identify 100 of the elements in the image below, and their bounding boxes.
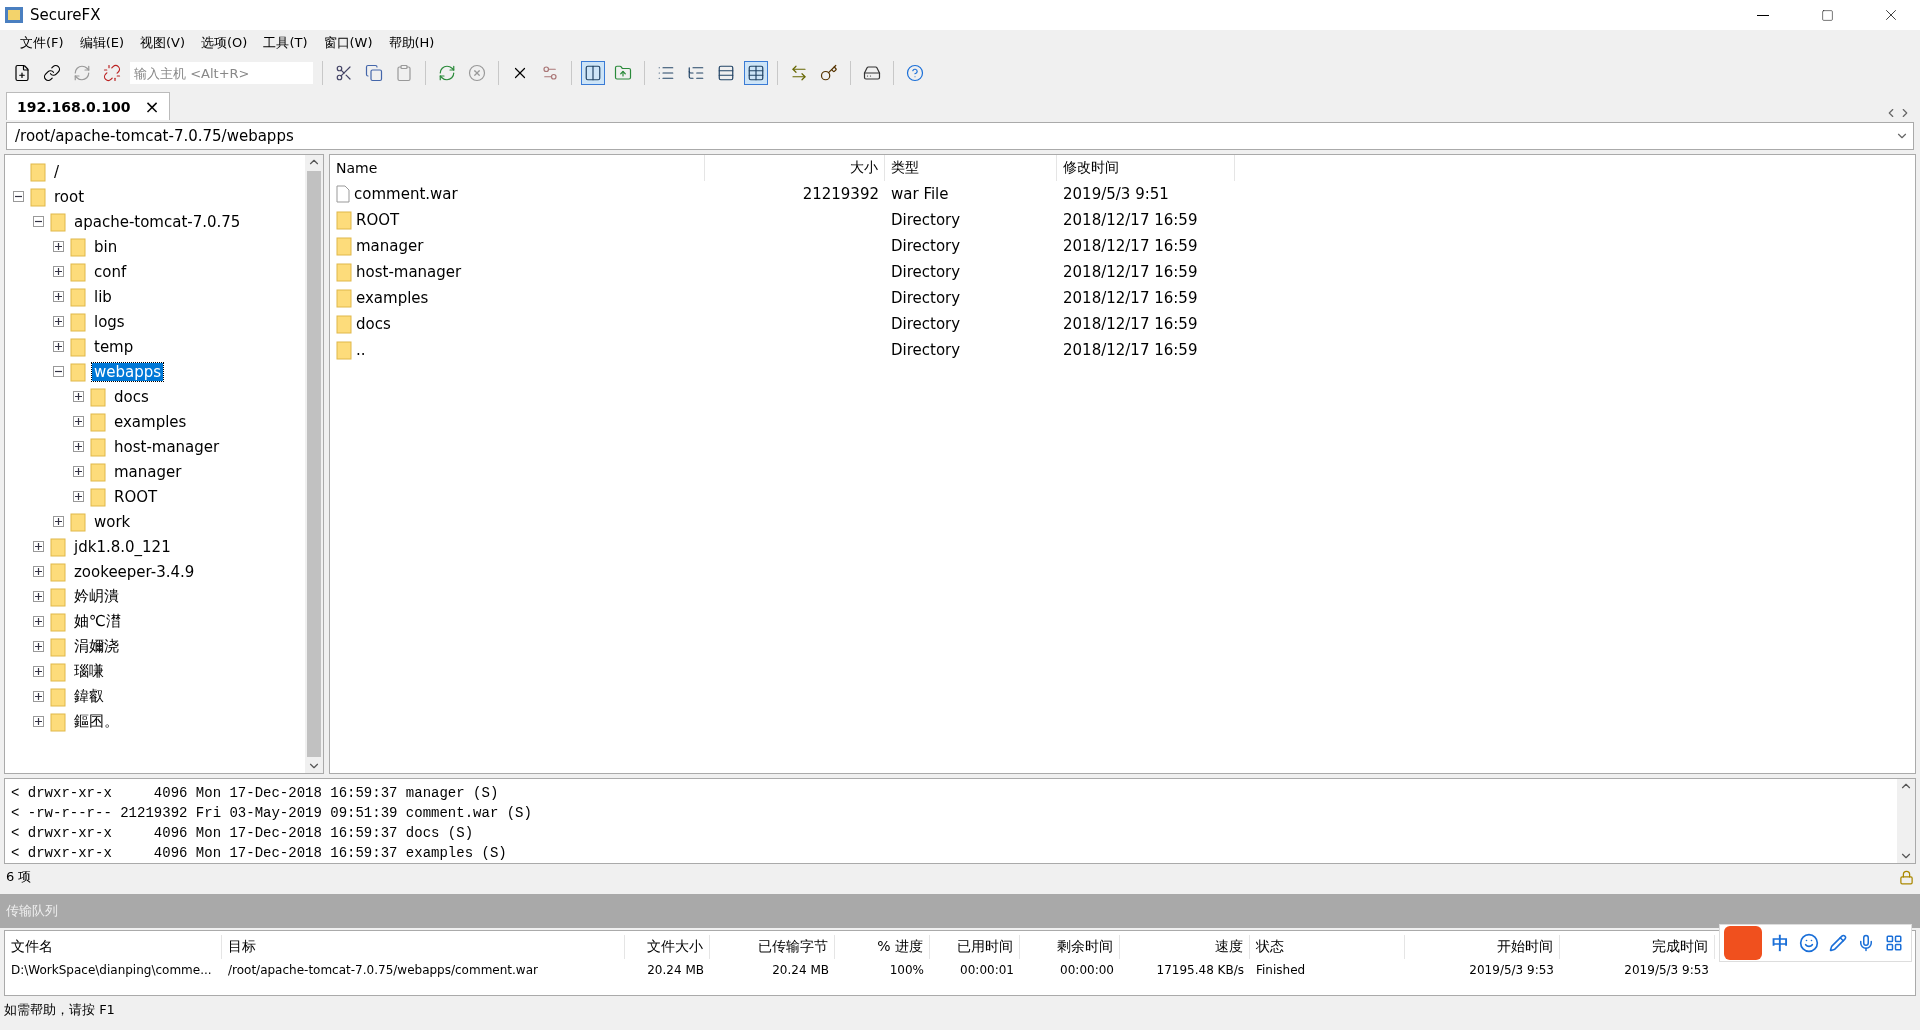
tree-item[interactable]: bin	[92, 237, 120, 256]
folder-icon	[90, 386, 106, 407]
column-header[interactable]: 剩余时间	[1020, 935, 1120, 959]
column-header[interactable]: % 进度	[835, 935, 930, 959]
expand-toggle[interactable]	[53, 291, 64, 302]
tree-item[interactable]: examples	[112, 412, 189, 431]
file-name-cell[interactable]: ..	[330, 337, 705, 363]
file-name-cell[interactable]: ROOT	[330, 207, 705, 233]
tree-pane-button[interactable]	[581, 61, 605, 85]
plus-icon	[55, 518, 62, 525]
column-header[interactable]: 大小	[705, 155, 885, 181]
tree-item[interactable]: webapps	[92, 362, 164, 381]
tree-item[interactable]: logs	[92, 312, 127, 331]
expand-toggle[interactable]	[73, 441, 84, 452]
column-header[interactable]: 类型	[885, 155, 1057, 181]
tree-item[interactable]: lib	[92, 287, 114, 306]
expand-toggle[interactable]	[33, 666, 44, 677]
tree-item[interactable]: zookeeper-3.4.9	[72, 562, 197, 581]
column-header[interactable]: 目标	[222, 935, 625, 959]
tree-item[interactable]: work	[92, 512, 133, 531]
folder-icon	[70, 236, 86, 257]
menu-item[interactable]: 文件(F)	[14, 32, 70, 54]
file-name-cell[interactable]: manager	[330, 233, 705, 259]
folder-up-icon	[614, 64, 632, 82]
expand-toggle[interactable]	[33, 691, 44, 702]
collapse-toggle[interactable]	[53, 366, 64, 377]
tree-item[interactable]: root	[52, 187, 87, 206]
tree-item[interactable]: 鍏叡	[72, 687, 106, 706]
menu-item[interactable]: 窗口(W)	[317, 32, 379, 54]
expand-toggle[interactable]	[53, 341, 64, 352]
tree-list-icon	[687, 64, 705, 82]
file-name-cell[interactable]: examples	[330, 285, 705, 311]
table-cell-text: 2019/5/3 9:53	[1468, 962, 1555, 979]
expand-toggle[interactable]	[53, 241, 64, 252]
tree-item[interactable]: jdk1.8.0_121	[72, 537, 173, 556]
grid-icon[interactable]	[1885, 934, 1903, 952]
plus-icon	[75, 393, 82, 400]
tree-item[interactable]: 妯℃澘	[72, 612, 123, 631]
tree-item[interactable]: apache-tomcat-7.0.75	[72, 212, 243, 231]
expand-toggle[interactable]	[53, 266, 64, 277]
expand-toggle[interactable]	[53, 516, 64, 527]
column-header[interactable]: Name	[330, 155, 705, 181]
column-header[interactable]: 文件名	[5, 935, 222, 959]
tree-item[interactable]: docs	[112, 387, 151, 406]
tree-item[interactable]: /	[52, 162, 62, 181]
tree-item[interactable]: host-manager	[112, 437, 222, 456]
tree-item[interactable]: temp	[92, 337, 136, 356]
ime-mode-toggle[interactable]: 中	[1772, 931, 1789, 955]
file-name-cell[interactable]: docs	[330, 311, 705, 337]
column-header[interactable]: 修改时间	[1057, 155, 1235, 181]
menu-item[interactable]: 视图(V)	[134, 32, 192, 54]
folder-icon	[70, 286, 86, 307]
arrows-icon	[790, 64, 808, 82]
tree-scrollbar[interactable]	[305, 155, 323, 773]
file-name-cell[interactable]: host-manager	[330, 259, 705, 285]
session-tab[interactable]: 192.168.0.100 ×	[6, 92, 171, 120]
microphone-icon[interactable]	[1857, 934, 1875, 952]
host-field[interactable]: 输入主机 <Alt+R>	[130, 62, 313, 84]
expand-toggle[interactable]	[53, 316, 64, 327]
tree-item[interactable]: manager	[112, 462, 184, 481]
path-field[interactable]: /root/apache-tomcat-7.0.75/webapps	[6, 122, 1914, 150]
table-cell-text: 2018/12/17 16:59	[1062, 262, 1199, 283]
expand-toggle[interactable]	[73, 466, 84, 477]
expand-toggle[interactable]	[73, 416, 84, 427]
view-mode-button[interactable]	[744, 61, 768, 85]
emoji-icon[interactable]	[1799, 933, 1819, 953]
expand-toggle[interactable]	[33, 716, 44, 727]
properties-icon	[541, 64, 559, 82]
menu-item[interactable]: 工具(T)	[257, 32, 314, 54]
expand-toggle[interactable]	[73, 391, 84, 402]
collapse-toggle[interactable]	[13, 191, 24, 202]
tab-close-button[interactable]: ×	[144, 96, 160, 117]
expand-toggle[interactable]	[73, 491, 84, 502]
tree-item[interactable]: 涓嬭浇	[72, 637, 121, 656]
expand-toggle[interactable]	[33, 591, 44, 602]
pencil-icon[interactable]	[1829, 934, 1847, 952]
collapse-toggle[interactable]	[33, 216, 44, 227]
folder-icon	[50, 661, 66, 682]
tree-item[interactable]: ROOT	[112, 487, 160, 506]
column-header[interactable]: 开始时间	[1405, 935, 1560, 959]
menu-item[interactable]: 编辑(E)	[73, 32, 130, 54]
refresh-icon	[438, 64, 456, 82]
log-scrollbar[interactable]	[1897, 779, 1915, 863]
menu-item[interactable]: 选项(O)	[195, 32, 254, 54]
tree-item[interactable]: 鏂囨。	[72, 712, 121, 731]
column-header[interactable]: 已用时间	[930, 935, 1020, 959]
expand-toggle[interactable]	[33, 616, 44, 627]
expand-toggle[interactable]	[33, 541, 44, 552]
column-header[interactable]: 速度	[1120, 935, 1250, 959]
column-header[interactable]: 已传输字节	[710, 935, 835, 959]
expand-toggle[interactable]	[33, 641, 44, 652]
menu-item[interactable]: 帮助(H)	[382, 32, 441, 54]
file-name-cell[interactable]: comment.war	[330, 181, 705, 207]
expand-toggle[interactable]	[33, 566, 44, 577]
tree-item[interactable]: 妗岄潰	[72, 587, 121, 606]
column-header[interactable]: 文件大小	[625, 935, 710, 959]
tree-item[interactable]: conf	[92, 262, 129, 281]
column-header[interactable]: 状态	[1250, 935, 1405, 959]
column-header[interactable]: 完成时间	[1560, 935, 1715, 959]
tree-item[interactable]: 瑙嗛	[72, 662, 106, 681]
